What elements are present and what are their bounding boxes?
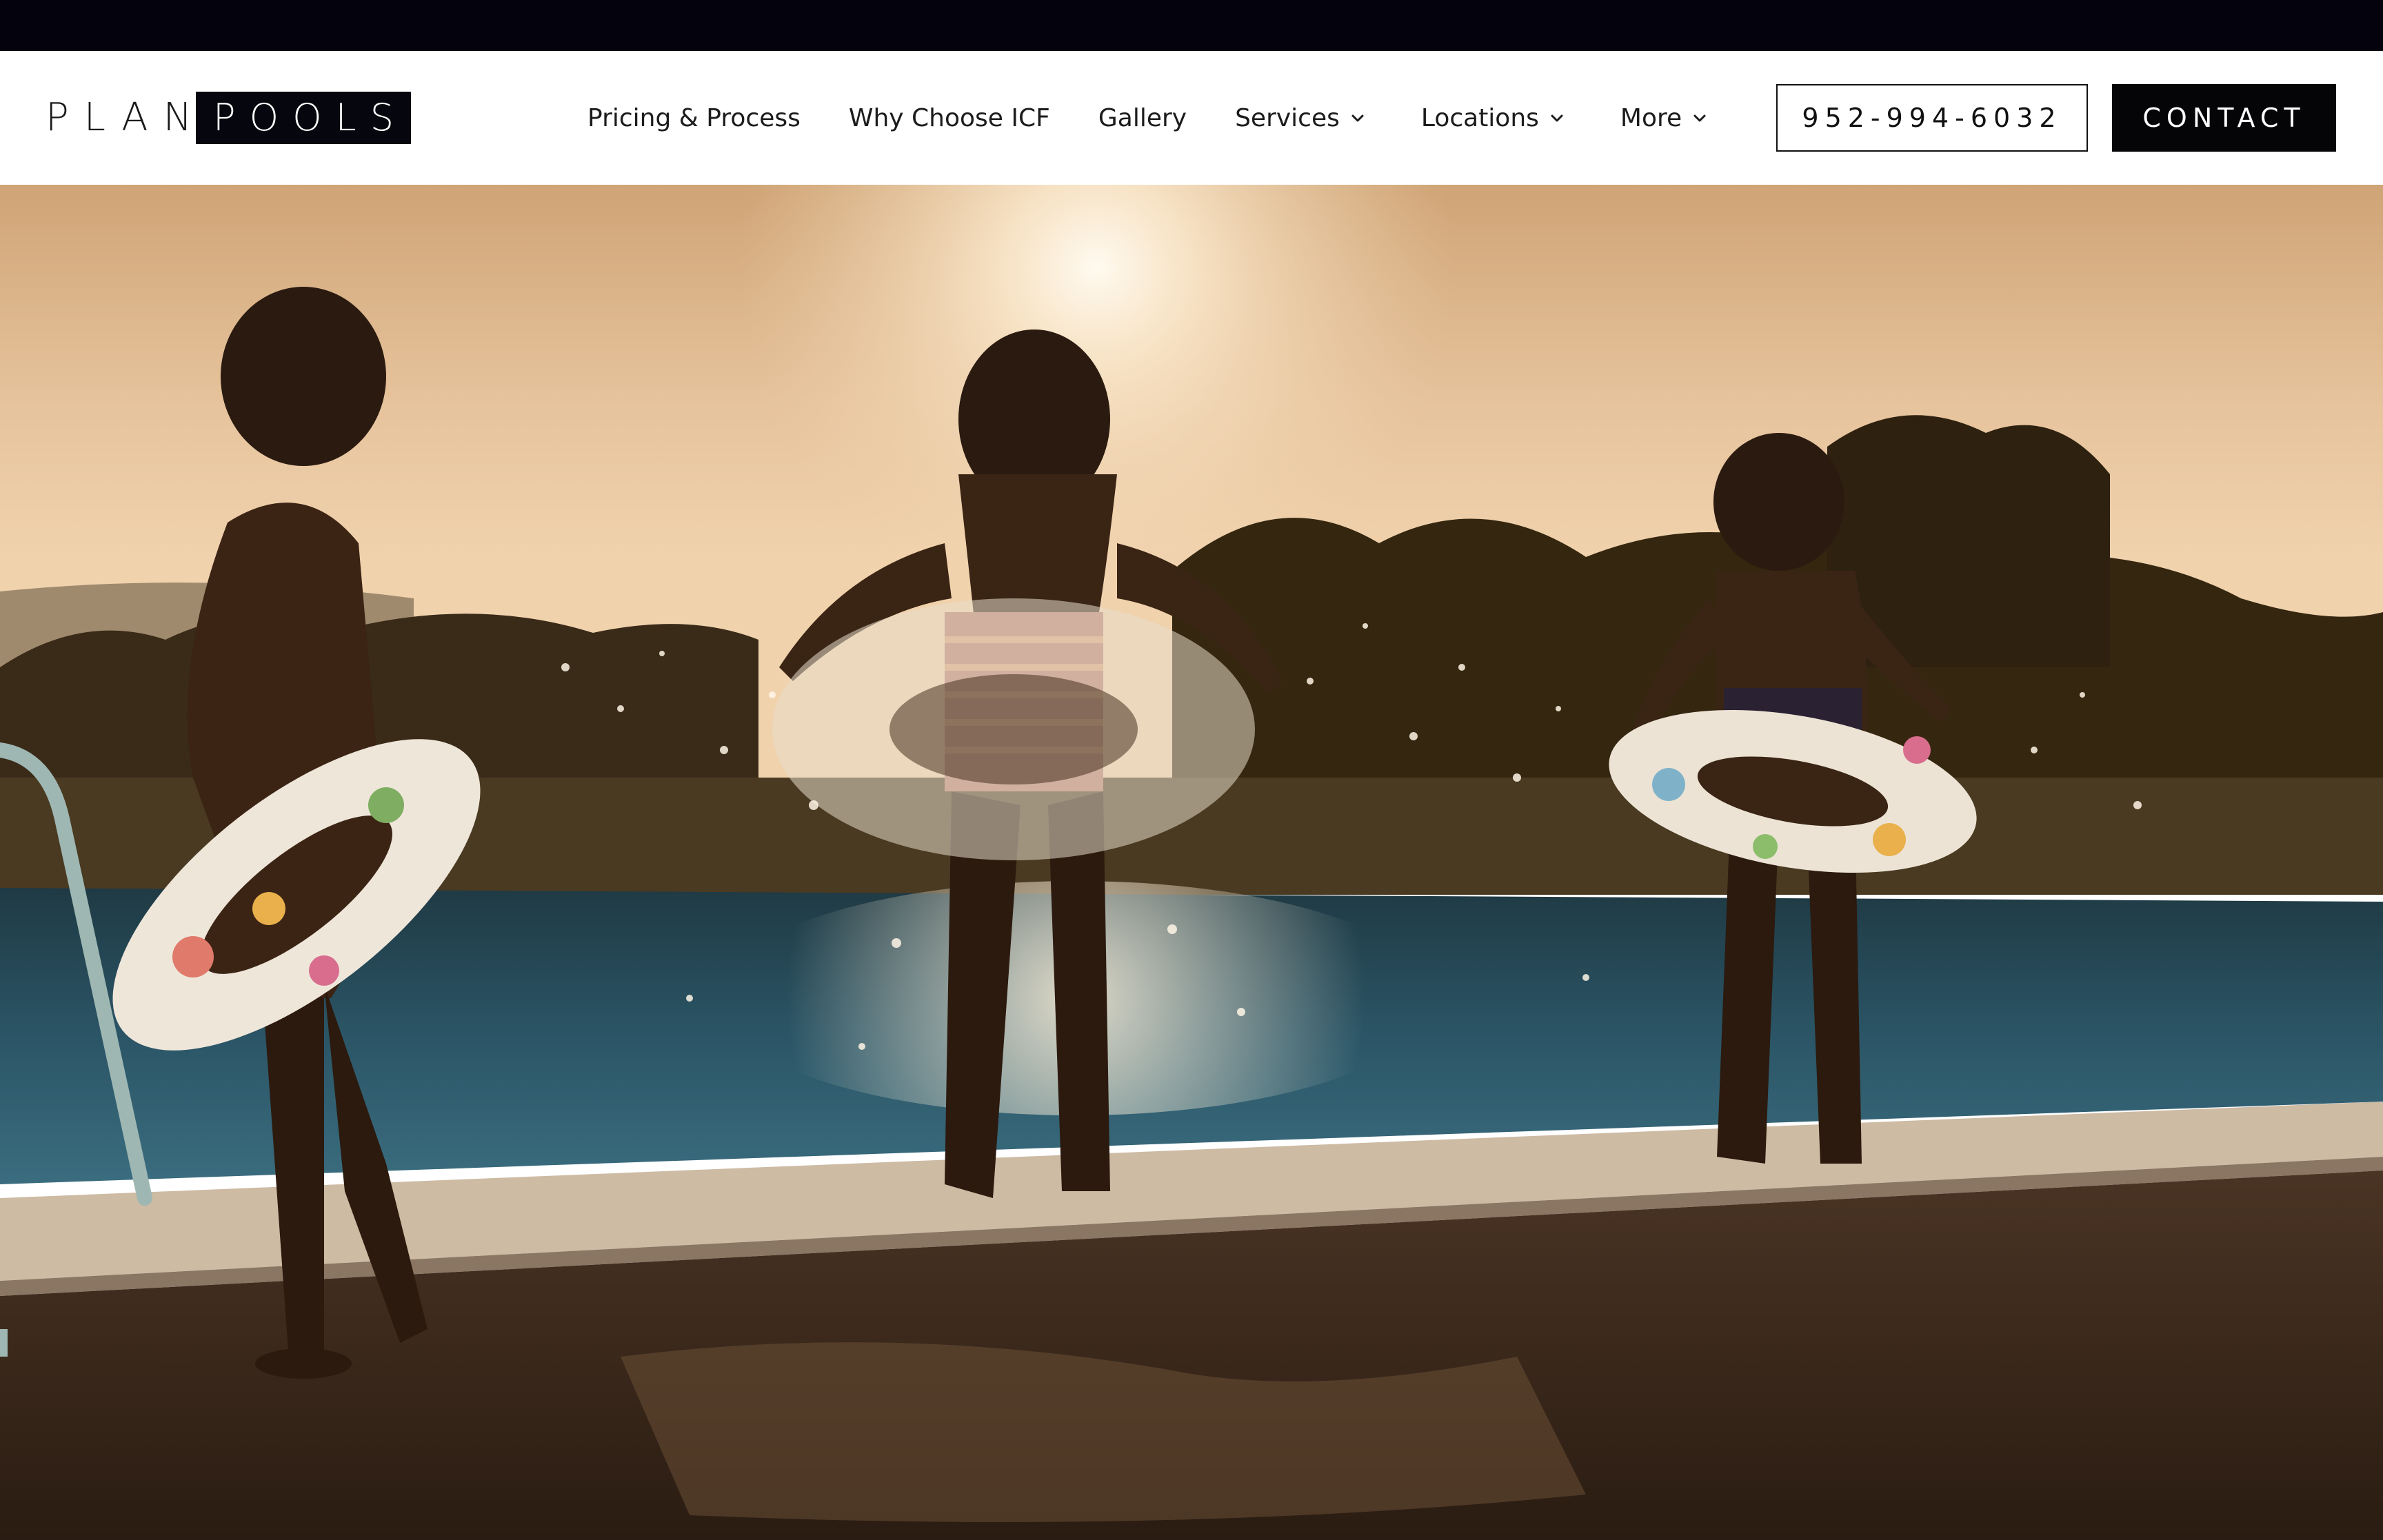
- site-header: PLAN POOLS Pricing & Process Why Choose …: [0, 51, 2383, 185]
- phone-button[interactable]: 952-994-6032: [1776, 84, 2088, 152]
- logo-word-pools: POOLS: [213, 96, 408, 139]
- logo-word-plan: PLAN: [46, 95, 208, 140]
- hero-image: [0, 185, 2383, 1540]
- nav-item-services[interactable]: Services: [1235, 90, 1366, 145]
- nav-item-label: More: [1620, 103, 1682, 132]
- contact-button[interactable]: CONTACT: [2112, 84, 2336, 152]
- nav-item-gallery[interactable]: Gallery: [1098, 90, 1187, 145]
- nav-item-label: Pricing & Process: [587, 103, 801, 132]
- chevron-down-icon: [1691, 110, 1708, 126]
- chevron-down-icon: [1549, 110, 1565, 126]
- hero-photo-kids-at-pool: [0, 185, 2383, 1540]
- nav-item-label: Why Choose ICF: [848, 103, 1050, 132]
- nav-item-why-choose-icf[interactable]: Why Choose ICF: [849, 90, 1050, 145]
- logo[interactable]: PLAN POOLS: [46, 92, 411, 144]
- nav-item-label: Locations: [1420, 103, 1539, 132]
- top-announcement-bar: [0, 0, 2383, 51]
- logo-pools-box: POOLS: [196, 92, 411, 144]
- main-nav: Pricing & Process Why Choose ICF Gallery…: [587, 51, 1708, 185]
- nav-item-label: Gallery: [1098, 103, 1187, 132]
- chevron-down-icon: [1349, 110, 1366, 126]
- nav-item-locations[interactable]: Locations: [1421, 90, 1565, 145]
- nav-item-label: Services: [1235, 103, 1340, 132]
- nav-item-more[interactable]: More: [1620, 90, 1708, 145]
- nav-item-pricing-process[interactable]: Pricing & Process: [587, 90, 801, 145]
